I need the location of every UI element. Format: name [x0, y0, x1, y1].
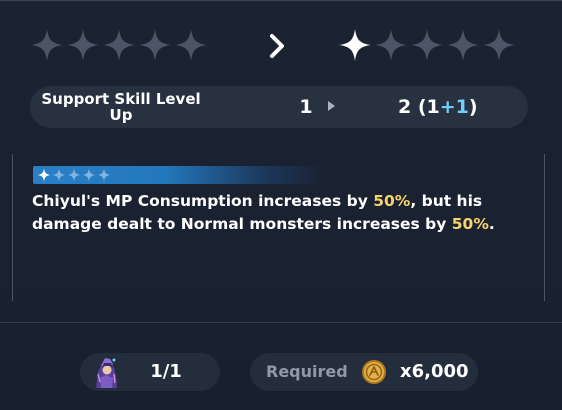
current-empty-star-icon	[103, 29, 135, 61]
panel-right-border	[544, 154, 545, 301]
effect-rank-stars	[37, 168, 111, 182]
next-empty-star-icon	[411, 29, 443, 61]
effect-text-3: .	[488, 215, 495, 233]
next-level-base: 2 (1	[398, 96, 440, 118]
rank-filled-star-icon	[37, 168, 51, 182]
owned-count: 1/1	[150, 361, 182, 382]
next-level-close: )	[468, 96, 478, 118]
level-arrow-icon	[328, 101, 335, 111]
required-cost: x6,000	[400, 361, 469, 382]
effect-value-2: 50%	[451, 215, 489, 233]
skill-upgrade-screen: Support Skill Level Up 1 2 (1+1) Chiyul'…	[0, 0, 562, 410]
current-empty-star-icon	[139, 29, 171, 61]
current-empty-star-icon	[175, 29, 207, 61]
chevron-right-icon	[270, 34, 284, 58]
next-level-bonus: +1	[439, 96, 469, 118]
character-portrait-icon	[96, 358, 117, 388]
required-label: Required	[266, 362, 348, 381]
gold-coin-icon	[362, 360, 386, 384]
effect-text-1: Chiyul's MP Consumption increases by	[32, 192, 374, 210]
next-star-rating	[338, 28, 516, 62]
current-level: 1	[299, 96, 313, 118]
panel-left-border	[12, 154, 13, 301]
footer-divider	[0, 322, 562, 323]
rank-empty-star-icon	[67, 168, 81, 182]
next-empty-star-icon	[447, 29, 479, 61]
effect-value-1: 50%	[373, 192, 411, 210]
top-border	[0, 0, 562, 1]
effect-description: Chiyul's MP Consumption increases by 50%…	[32, 190, 532, 236]
rank-empty-star-icon	[82, 168, 96, 182]
current-star-rating	[30, 28, 208, 62]
next-empty-star-icon	[483, 29, 515, 61]
next-empty-star-icon	[375, 29, 407, 61]
next-level: 2 (1+1)	[398, 92, 478, 122]
skill-level-up-label: Support Skill Level Up	[41, 90, 201, 124]
current-empty-star-icon	[67, 29, 99, 61]
next-filled-star-icon	[339, 29, 371, 61]
rank-empty-star-icon	[52, 168, 66, 182]
rank-empty-star-icon	[97, 168, 111, 182]
current-empty-star-icon	[31, 29, 63, 61]
